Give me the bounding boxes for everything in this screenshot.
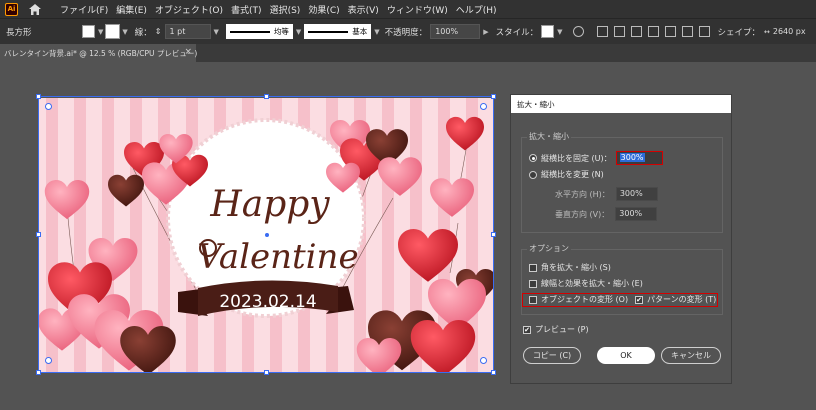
valentine-artwork: Happy Valentine 2023.02.14 [38,98,494,372]
fill-swatch[interactable] [82,25,95,38]
stroke-swatch[interactable] [105,24,121,39]
menu-list: ファイル(F) 編集(E) オブジェクト(O) 書式(T) 選択(S) 効果(C… [56,3,501,16]
ok-button[interactable]: OK [597,347,655,364]
copy-button[interactable]: コピー (C) [523,347,581,364]
preview-checkbox[interactable]: ✔ [523,325,531,334]
chevron-down-icon[interactable]: ▼ [122,28,127,36]
control-bar: 長方形 ▼ ▼ 線： ⇕ 1 pt ▼ 均等 ▼ 基本 ▼ 不透明度： 100%… [0,18,816,44]
scale-strokes-row[interactable]: 線幅と効果を拡大・縮小 (E) [529,278,643,289]
transform-patterns-checkbox[interactable]: ✔ [635,295,643,304]
align-right-icon[interactable] [631,26,643,37]
app-logo: Ai [5,2,18,16]
scale-strokes-checkbox[interactable] [529,279,537,288]
chevron-down-icon[interactable]: ▼ [557,28,562,36]
menu-bar: Ai ファイル(F) 編集(E) オブジェクト(O) 書式(T) 選択(S) 効… [0,0,816,18]
transform-objects-row[interactable]: オブジェクトの変形 (O) [529,294,628,305]
brush-definition[interactable]: 基本 [304,24,372,39]
horizontal-label: 水平方向 (H)： [555,189,610,199]
align-left-icon[interactable] [597,26,609,37]
uniform-row[interactable]: 縦横比を固定 (U)： 300% [529,151,663,165]
menu-file[interactable]: ファイル(F) [56,3,112,16]
stroke-weight-input[interactable]: 1 pt [164,24,211,39]
transform-objects-label: オブジェクトの変形 (O) [541,295,629,304]
scale-corners-label: 角を拡大・縮小 (S) [541,263,611,272]
preview-label: プレビュー (P) [535,325,589,334]
width-icon: ↔ [764,27,770,36]
align-bottom-icon[interactable] [682,26,694,37]
opacity-label[interactable]: 不透明度： [385,26,428,38]
artwork-title-valentine: Valentine [197,237,358,277]
preview-row[interactable]: ✔ プレビュー (P) [523,324,589,335]
scale-corners-row[interactable]: 角を拡大・縮小 (S) [529,262,611,273]
menu-edit[interactable]: 編集(E) [112,3,151,16]
artboard[interactable]: Happy Valentine 2023.02.14 [38,98,494,372]
horizontal-row: 水平方向 (H)： 300% [555,187,658,201]
align-middle-icon[interactable] [665,26,677,37]
document-tab[interactable]: バレンタイン背景.ai* @ 12.5 % (RGB/CPU プレビュー) × [0,44,198,62]
nonuniform-label: 縦横比を変更 (N) [541,170,604,179]
cancel-button[interactable]: キャンセル [661,347,721,364]
transform-objects-checkbox[interactable] [529,295,537,304]
chevron-down-icon[interactable]: ▼ [98,28,103,36]
align-center-icon[interactable] [614,26,626,37]
variable-width-profile[interactable]: 均等 [225,24,293,39]
close-icon[interactable]: × [184,47,192,57]
transform-patterns-row[interactable]: ✔ パターンの変形 (T) [635,294,716,305]
style-swatch[interactable] [541,25,555,38]
artwork-date: 2023.02.14 [219,292,316,312]
scale-group-title: 拡大・縮小 [527,131,571,142]
shape-width-value[interactable]: 2640 px [773,27,806,36]
menu-object[interactable]: オブジェクト(O) [151,3,227,16]
opacity-input[interactable]: 100% [430,24,481,39]
menu-type[interactable]: 書式(T) [227,3,266,16]
object-type-label: 長方形 [6,27,32,38]
options-group-title: オプション [527,243,571,254]
home-icon[interactable] [28,2,42,16]
document-tab-bar: バレンタイン背景.ai* @ 12.5 % (RGB/CPU プレビュー) × [0,44,816,62]
stroke-label: 線： [134,27,152,38]
stroke-stepper-icon[interactable]: ⇕ [155,27,162,36]
menu-help[interactable]: ヘルプ(H) [452,3,501,16]
uniform-scale-input[interactable]: 300% [615,151,663,165]
menu-window[interactable]: ウィンドウ(W) [383,3,452,16]
menu-view[interactable]: 表示(V) [344,3,383,16]
vertical-scale-input[interactable]: 300% [615,207,658,221]
scale-dialog: 拡大・縮小 拡大・縮小 縦横比を固定 (U)： 300% 縦横比を変更 (N) … [510,94,732,384]
nonuniform-row[interactable]: 縦横比を変更 (N) [529,169,604,180]
transform-icon[interactable] [699,26,711,37]
menu-effect[interactable]: 効果(C) [304,3,343,16]
align-top-icon[interactable] [648,26,660,37]
scale-strokes-label: 線幅と効果を拡大・縮小 (E) [541,279,643,288]
shape-label: シェイプ： [717,27,760,38]
recolor-icon[interactable] [573,26,585,37]
uniform-label: 縦横比を固定 (U)： [541,153,612,163]
chevron-down-icon[interactable]: ▼ [374,28,379,36]
transform-patterns-label: パターンの変形 (T) [647,295,717,304]
chevron-right-icon[interactable]: ▶ [483,28,488,36]
vertical-label: 垂直方向 (V)： [555,209,610,219]
horizontal-scale-input[interactable]: 300% [615,187,658,201]
vertical-row: 垂直方向 (V)： 300% [555,207,658,221]
dialog-title: 拡大・縮小 [511,95,731,113]
uniform-radio[interactable] [529,154,537,162]
document-tab-title: バレンタイン背景.ai* @ 12.5 % (RGB/CPU プレビュー) [4,48,198,58]
style-label: スタイル： [495,27,539,38]
chevron-down-icon[interactable]: ▼ [214,28,219,36]
chevron-down-icon[interactable]: ▼ [296,28,301,36]
nonuniform-radio[interactable] [529,170,537,179]
menu-select[interactable]: 選択(S) [266,3,305,16]
scale-corners-checkbox[interactable] [529,263,537,272]
artwork-title-happy: Happy [209,184,330,225]
